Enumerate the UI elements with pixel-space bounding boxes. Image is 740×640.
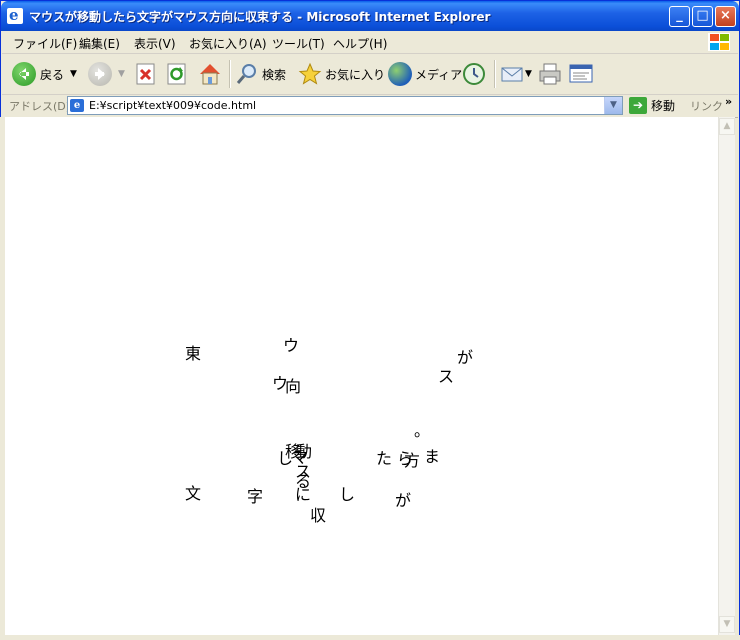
menu-view[interactable]: 表示(V)	[134, 35, 176, 52]
back-button[interactable]: 戻る ▼	[12, 60, 77, 88]
toolbar-separator	[229, 60, 231, 88]
refresh-icon	[167, 63, 186, 85]
floating-char: し	[277, 449, 294, 468]
print-button[interactable]	[537, 60, 563, 88]
print-icon	[539, 63, 561, 85]
favorites-label: お気に入り	[325, 67, 386, 82]
floating-char: た	[376, 449, 393, 468]
floating-char: が	[395, 491, 412, 510]
home-icon	[200, 64, 220, 85]
vertical-scrollbar[interactable]: ▲ ▼	[718, 117, 735, 635]
favorites-button[interactable]: お気に入り	[298, 60, 385, 88]
address-dropdown-icon[interactable]: ▼	[604, 97, 622, 114]
maximize-button[interactable]: □	[692, 6, 713, 27]
media-label: メディア	[415, 67, 463, 82]
history-clock-icon	[463, 63, 485, 85]
floating-char: 文	[185, 484, 202, 503]
floating-char: ス	[438, 367, 455, 386]
address-label: アドレス(D)	[9, 100, 71, 113]
floating-char: ウ	[283, 336, 300, 355]
floating-char: に	[295, 485, 312, 504]
back-label: 戻る	[40, 67, 65, 82]
search-button[interactable]: 検索	[235, 60, 286, 88]
floating-char: 向	[285, 377, 302, 396]
back-dropdown-icon[interactable]: ▼	[70, 69, 77, 79]
menu-tools[interactable]: ツール(T)	[272, 35, 325, 52]
forward-dropdown-icon[interactable]: ▼	[118, 69, 125, 79]
mail-dropdown-icon[interactable]: ▼	[525, 69, 532, 79]
menu-help[interactable]: ヘルプ(H)	[333, 35, 387, 52]
home-button[interactable]	[197, 60, 223, 88]
go-arrow-icon: ➔	[629, 97, 647, 114]
floating-char: 方	[404, 451, 421, 470]
page-icon: e	[70, 99, 84, 112]
links-chevron-icon[interactable]: »	[725, 95, 732, 108]
edit-document-icon	[569, 64, 593, 83]
window-frame-bottom	[0, 635, 740, 640]
floating-char: ま	[424, 447, 441, 466]
menu-edit[interactable]: 編集(E)	[79, 35, 120, 52]
menu-file[interactable]: ファイル(F)	[13, 35, 77, 52]
page-content[interactable]: 東 ウ が ス ウ 向 。 移 動 し マ た ら 方 ま ス る 文 字 に …	[5, 117, 718, 635]
scroll-down-icon[interactable]: ▼	[719, 616, 735, 633]
search-label: 検索	[262, 67, 287, 82]
window-title: マウスが移動したら文字がマウス方向に収束する - Microsoft Inter…	[29, 10, 491, 24]
toolbar: 戻る ▼ ▼ 検索 お気に入り メディア ▼	[2, 54, 738, 95]
title-bar[interactable]: e マウスが移動したら文字がマウス方向に収束する - Microsoft Int…	[1, 1, 739, 31]
minimize-button[interactable]: _	[669, 6, 690, 27]
address-bar: アドレス(D) e E:¥script¥text¥009¥code.html ▼…	[2, 95, 738, 118]
close-button[interactable]: ×	[715, 6, 736, 27]
back-arrow-icon	[12, 62, 36, 86]
floating-char: 東	[185, 344, 202, 363]
floating-char: し	[339, 485, 356, 504]
edit-button[interactable]	[568, 60, 594, 88]
go-label: 移動	[651, 99, 676, 113]
floating-char: 収	[310, 506, 327, 525]
ie-page-icon: e	[7, 6, 23, 24]
floating-char: 字	[247, 487, 264, 506]
favorites-star-icon	[298, 62, 322, 85]
windows-logo-icon	[708, 33, 730, 51]
media-globe-icon	[388, 62, 412, 86]
search-icon	[236, 64, 256, 84]
refresh-button[interactable]	[166, 60, 188, 88]
mail-icon	[501, 67, 523, 82]
mail-button[interactable]: ▼	[500, 60, 532, 88]
address-input[interactable]: e E:¥script¥text¥009¥code.html ▼	[67, 96, 623, 115]
menu-bar: ファイル(F) 編集(E) 表示(V) お気に入り(A) ツール(T) ヘルプ(…	[2, 31, 738, 54]
scroll-up-icon[interactable]: ▲	[719, 118, 735, 135]
go-button[interactable]: ➔ 移動	[629, 96, 675, 115]
history-button[interactable]	[461, 60, 487, 88]
forward-arrow-icon	[88, 62, 112, 86]
toolbar-separator-2	[494, 60, 496, 88]
forward-button[interactable]: ▼	[88, 60, 125, 88]
address-value: E:¥script¥text¥009¥code.html	[89, 99, 257, 112]
floating-char: 。	[414, 421, 431, 440]
stop-icon	[136, 63, 155, 85]
media-button[interactable]: メディア	[388, 60, 462, 88]
links-label[interactable]: リンク	[690, 98, 723, 114]
floating-char: が	[457, 348, 474, 367]
stop-button[interactable]	[135, 60, 157, 88]
menu-favorites[interactable]: お気に入り(A)	[189, 35, 267, 52]
